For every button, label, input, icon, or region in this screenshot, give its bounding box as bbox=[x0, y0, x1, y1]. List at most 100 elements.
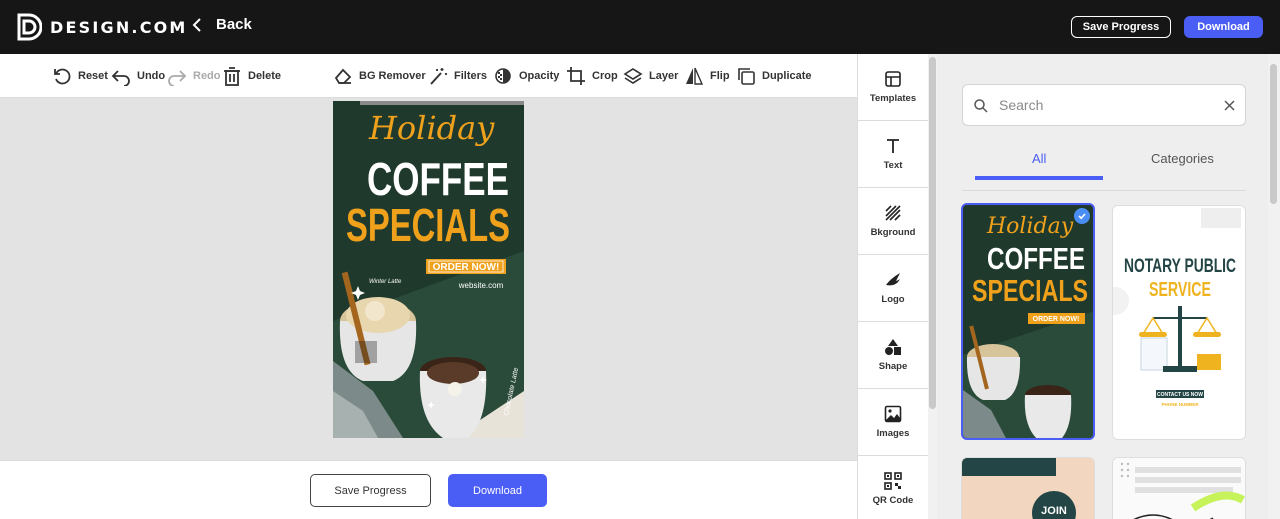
reset-tool[interactable]: Reset bbox=[52, 66, 108, 86]
logo-icon bbox=[886, 273, 900, 286]
delete-tool[interactable]: Delete bbox=[222, 66, 281, 86]
template-notary-thumbnail: NOTARY PUBLIC SERVICE CONTACT US NOW PHO… bbox=[1113, 206, 1245, 439]
sidetool-images[interactable]: Images bbox=[858, 389, 928, 456]
back-button[interactable]: Back bbox=[192, 16, 252, 33]
editor-canvas[interactable]: Holiday COFFEE SPECIALS ORDER NOW! websi… bbox=[0, 98, 857, 460]
design-winter-latte-text: Winter Latte bbox=[369, 279, 402, 285]
sidetool-label: Templates bbox=[869, 93, 917, 104]
side-tools-scrollbar[interactable] bbox=[928, 54, 937, 519]
template-typography-thumbnail bbox=[1113, 458, 1245, 519]
top-bar: DESIGN.COM Back Save Progress Download bbox=[0, 0, 1280, 54]
selected-check-icon bbox=[1074, 208, 1090, 224]
layers-icon bbox=[623, 68, 643, 84]
template-line1: NOTARY PUBLIC bbox=[1124, 256, 1236, 277]
editor-toolbar: Reset Undo Redo Delete BG Remover Filter… bbox=[0, 54, 857, 98]
template-card-notary[interactable]: NOTARY PUBLIC SERVICE CONTACT US NOW PHO… bbox=[1112, 205, 1246, 440]
duplicate-tool[interactable]: Duplicate bbox=[736, 66, 812, 86]
template-card-join[interactable]: JOIN bbox=[961, 457, 1095, 519]
crop-label: Crop bbox=[592, 70, 618, 82]
design-cta-text: ORDER NOW! bbox=[433, 262, 500, 273]
save-progress-button[interactable]: Save Progress bbox=[310, 474, 431, 507]
magic-wand-icon bbox=[430, 68, 447, 85]
template-card-coffee[interactable]: Holiday COFFEE SPECIALS ORDER NOW! bbox=[961, 203, 1095, 440]
close-icon[interactable] bbox=[1223, 99, 1236, 112]
template-cta: ORDER NOW! bbox=[1033, 316, 1080, 323]
top-save-progress-button[interactable]: Save Progress bbox=[1071, 16, 1171, 38]
template-line2: COFFEE bbox=[987, 241, 1085, 276]
template-line1: JOIN bbox=[1041, 505, 1067, 517]
design-website-text: website.com bbox=[458, 281, 504, 290]
active-tab-underline bbox=[975, 176, 1103, 180]
undo-icon bbox=[111, 70, 130, 86]
crop-icon bbox=[567, 67, 585, 85]
template-card-typography[interactable] bbox=[1112, 457, 1246, 519]
sidetool-label: Logo bbox=[881, 294, 905, 305]
opacity-tool[interactable]: Opacity bbox=[493, 66, 559, 86]
sidetool-label: Text bbox=[883, 160, 903, 171]
download-button[interactable]: Download bbox=[448, 474, 547, 507]
tab-all[interactable]: All bbox=[1032, 151, 1046, 166]
design-artboard[interactable]: Holiday COFFEE SPECIALS ORDER NOW! websi… bbox=[333, 101, 524, 438]
duplicate-label: Duplicate bbox=[762, 70, 812, 82]
flip-icon bbox=[686, 67, 704, 85]
redo-icon bbox=[168, 70, 187, 86]
duplicate-icon bbox=[738, 68, 755, 85]
chevron-left-icon bbox=[192, 17, 201, 32]
qr-code-icon bbox=[884, 472, 902, 490]
opacity-label: Opacity bbox=[519, 70, 560, 82]
reset-icon bbox=[54, 68, 71, 85]
sidetool-background[interactable]: Bkground bbox=[858, 188, 928, 255]
undo-tool[interactable]: Undo bbox=[111, 66, 165, 86]
scrollbar-thumb[interactable] bbox=[929, 57, 936, 409]
template-line2: SERVICE bbox=[1149, 279, 1211, 301]
trash-icon bbox=[224, 67, 240, 86]
flip-tool[interactable]: Flip bbox=[684, 66, 730, 86]
design-logo-icon bbox=[17, 13, 42, 41]
layer-label: Layer bbox=[649, 70, 679, 82]
redo-label: Redo bbox=[193, 70, 221, 82]
sidetool-qr-code[interactable]: QR Code bbox=[858, 456, 928, 519]
filters-label: Filters bbox=[454, 70, 488, 82]
sidetool-text[interactable]: Text bbox=[858, 121, 928, 188]
delete-label: Delete bbox=[248, 70, 282, 82]
bg-remover-label: BG Remover bbox=[359, 70, 426, 82]
reset-label: Reset bbox=[78, 70, 108, 82]
brand-logo[interactable]: DESIGN.COM bbox=[16, 13, 188, 41]
tab-categories[interactable]: Categories bbox=[1151, 151, 1214, 166]
template-coffee-thumbnail: Holiday COFFEE SPECIALS ORDER NOW! bbox=[963, 205, 1093, 438]
undo-label: Undo bbox=[137, 70, 166, 82]
search-input[interactable] bbox=[999, 93, 1209, 117]
app-root: DESIGN.COM Back Save Progress Download R… bbox=[0, 0, 1280, 519]
sidetool-shape[interactable]: Shape bbox=[858, 322, 928, 389]
flip-label: Flip bbox=[710, 70, 730, 82]
templates-icon bbox=[885, 71, 901, 87]
bg-remover-tool[interactable]: BG Remover bbox=[333, 66, 426, 86]
back-label: Back bbox=[216, 16, 252, 33]
layer-tool[interactable]: Layer bbox=[623, 66, 678, 86]
template-search-box bbox=[962, 84, 1246, 126]
text-icon bbox=[887, 139, 899, 153]
background-icon bbox=[885, 205, 901, 221]
scrollbar-thumb[interactable] bbox=[1270, 64, 1277, 204]
template-line1: Holiday bbox=[986, 214, 1074, 239]
side-tools-panel: Templates Text Bkground Logo Shape Image… bbox=[857, 54, 928, 519]
sidetool-label: Bkground bbox=[870, 227, 916, 238]
brand-name: DESIGN.COM bbox=[50, 17, 188, 37]
sidetool-label: QR Code bbox=[872, 495, 914, 506]
eraser-icon bbox=[334, 68, 352, 84]
image-icon bbox=[884, 405, 902, 423]
design-artwork: Holiday COFFEE SPECIALS ORDER NOW! websi… bbox=[333, 101, 524, 438]
sidetool-logo[interactable]: Logo bbox=[858, 255, 928, 322]
template-line3: SPECIALS bbox=[972, 273, 1088, 308]
sidetool-templates[interactable]: Templates bbox=[858, 54, 928, 121]
design-coffee-text: COFFEE bbox=[367, 153, 509, 205]
templates-scrollbar[interactable] bbox=[1268, 54, 1280, 519]
crop-tool[interactable]: Crop bbox=[566, 66, 618, 86]
design-holiday-text: Holiday bbox=[368, 109, 495, 147]
search-icon bbox=[974, 99, 988, 113]
top-download-button[interactable]: Download bbox=[1184, 16, 1263, 38]
templates-panel: All Categories Holiday COFFEE SPECIALS O… bbox=[937, 54, 1268, 519]
filters-tool[interactable]: Filters bbox=[428, 66, 487, 86]
redo-tool[interactable]: Redo bbox=[167, 66, 221, 86]
opacity-icon bbox=[495, 68, 511, 84]
